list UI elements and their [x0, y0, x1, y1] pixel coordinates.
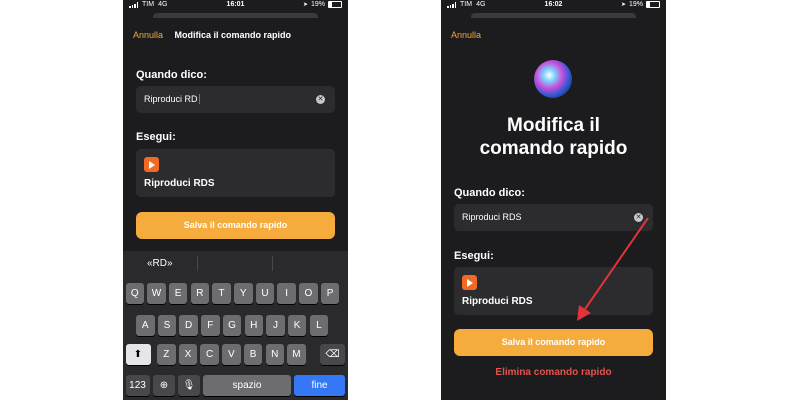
key-p[interactable]: P — [320, 283, 340, 304]
text-caret — [198, 94, 200, 104]
delete-key[interactable]: ⌫ — [320, 344, 345, 365]
shift-key[interactable]: ⬆ — [125, 344, 151, 365]
key-m[interactable]: M — [287, 344, 306, 365]
phrase-input[interactable]: Riproduci RD ✕ — [136, 86, 335, 113]
key-b[interactable]: B — [243, 344, 263, 365]
suggestion-bar: «RD» — [123, 251, 348, 276]
key-n[interactable]: N — [265, 344, 284, 365]
key-r[interactable]: R — [190, 283, 210, 304]
phone-screen-right: TIM 4G 16:02 ➤ 19% Annulla Modifica il c… — [441, 0, 666, 400]
done-key[interactable]: fine — [294, 375, 345, 396]
key-v[interactable]: V — [222, 344, 241, 365]
key-f[interactable]: F — [201, 315, 220, 336]
key-e[interactable]: E — [168, 283, 188, 304]
action-card[interactable]: Riproduci RDS — [136, 149, 335, 197]
key-d[interactable]: D — [179, 315, 198, 336]
action-label: Esegui: — [136, 131, 176, 143]
key-i[interactable]: I — [277, 283, 296, 304]
clear-icon[interactable]: ✕ — [316, 95, 325, 104]
key-y[interactable]: Y — [234, 283, 253, 304]
save-shortcut-button[interactable]: Salva il comando rapido — [136, 212, 335, 239]
action-name: Riproduci RDS — [144, 178, 215, 189]
page-title: Modifica il comando rapido — [174, 30, 292, 40]
suggestion-item[interactable]: «RD» — [147, 258, 173, 269]
play-app-icon — [144, 157, 159, 172]
key-j[interactable]: J — [266, 315, 285, 336]
key-a[interactable]: A — [136, 315, 155, 336]
location-icon: ➤ — [302, 2, 308, 8]
status-bar: TIM 4G 16:01 ➤ 19% — [123, 0, 348, 11]
battery-icon — [328, 1, 342, 8]
annotation-arrow-icon — [577, 217, 649, 321]
battery-percent: 19% — [310, 1, 325, 8]
key-k[interactable]: K — [287, 315, 307, 336]
key-c[interactable]: C — [200, 344, 219, 365]
key-x[interactable]: X — [178, 344, 198, 365]
key-u[interactable]: U — [255, 283, 275, 304]
suggestion-divider — [272, 256, 273, 271]
suggestion-divider — [197, 256, 198, 271]
key-l[interactable]: L — [309, 315, 329, 336]
key-g[interactable]: G — [222, 315, 242, 336]
key-s[interactable]: S — [157, 315, 177, 336]
key-z[interactable]: Z — [157, 344, 176, 365]
key-w[interactable]: W — [147, 283, 166, 304]
phrase-input-value: Riproduci RD — [144, 94, 198, 104]
nav-bar: Annulla Modifica il comando rapido — [133, 30, 291, 40]
phrase-label: Quando dico: — [136, 69, 207, 81]
phone-screen-left: TIM 4G 16:01 ➤ 19% Annulla Modifica il c… — [123, 0, 348, 400]
key-o[interactable]: O — [299, 283, 318, 304]
key-t[interactable]: T — [212, 283, 231, 304]
microphone-icon[interactable]: 🎙 — [178, 375, 200, 396]
space-key[interactable]: spazio — [203, 375, 291, 396]
key-h[interactable]: H — [244, 315, 263, 336]
cancel-button[interactable]: Annulla — [133, 30, 163, 40]
globe-icon[interactable]: ⊕ — [153, 375, 175, 396]
key-q[interactable]: Q — [125, 283, 144, 304]
keyboard: «RD» Q W E R T Y U I O P A S D F G H J K L ⬆ Z X C V B N M ⌫ 123 ⊕ 🎙 sp… — [123, 251, 348, 400]
numbers-key[interactable]: 123 — [125, 375, 150, 396]
